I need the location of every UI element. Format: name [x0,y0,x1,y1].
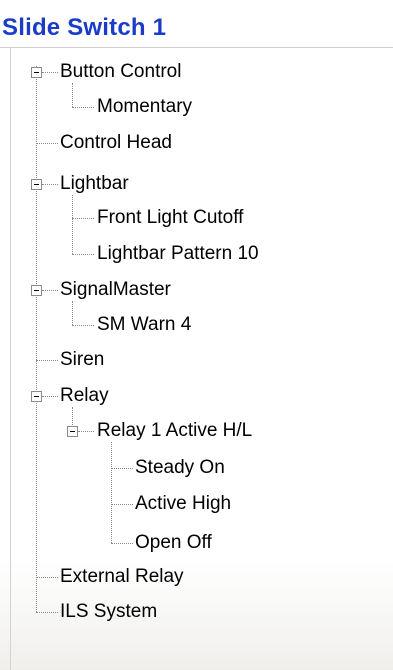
tree-connector-lightbar [72,195,73,254]
tree-connector [42,184,58,185]
tree-connector [72,254,94,255]
tree-connector [72,325,94,326]
tree-node-label: SM Warn 4 [97,314,192,335]
collapse-toggle-button-control[interactable] [31,67,42,78]
tree-node-label: Relay [60,385,109,406]
tree-connector [36,577,58,578]
collapse-toggle-signalmaster[interactable] [31,285,42,296]
title-divider [0,47,393,48]
tree-connector [36,612,58,613]
tree-node-label: Relay 1 Active H/L [97,420,253,441]
tree-node-label: Button Control [60,61,182,82]
tree-node-label: Siren [60,349,105,370]
tree-panel: Slide Switch 1 Button Control Momentary … [0,0,393,670]
tree-connector-root [36,66,37,612]
tree-node-label: Lightbar [60,173,129,194]
tree-connector-relay-1-active [111,442,112,543]
tree-connector [42,396,58,397]
tree-node-label: Control Head [60,132,172,153]
tree-connector [111,543,133,544]
tree-connector [72,107,94,108]
tree-connector [78,431,94,432]
tree-connector-signalmaster [72,301,73,325]
tree-node-label: Momentary [97,96,193,117]
tree-connector [36,360,58,361]
tree-connector [36,143,58,144]
collapse-toggle-relay-1-active[interactable] [67,426,78,437]
tree-node-label: External Relay [60,566,184,587]
collapse-toggle-lightbar[interactable] [31,179,42,190]
tree-node-label: Steady On [135,457,225,478]
tree-connector [42,290,58,291]
tree-connector [42,72,58,73]
tree-node-label: Active High [135,493,232,514]
tree-node-label: SignalMaster [60,279,171,300]
tree-node-label: ILS System [60,601,158,622]
panel-left-border [10,48,11,670]
tree-node-label: Front Light Cutoff [97,207,244,228]
tree-node-label: Lightbar Pattern 10 [97,243,259,264]
collapse-toggle-relay[interactable] [31,391,42,402]
panel-title: Slide Switch 1 [2,14,167,41]
tree-connector [72,218,94,219]
tree-connector [111,504,133,505]
tree-node-label: Open Off [135,532,212,553]
tree-connector [111,468,133,469]
tree-connector-button-control [72,83,73,107]
